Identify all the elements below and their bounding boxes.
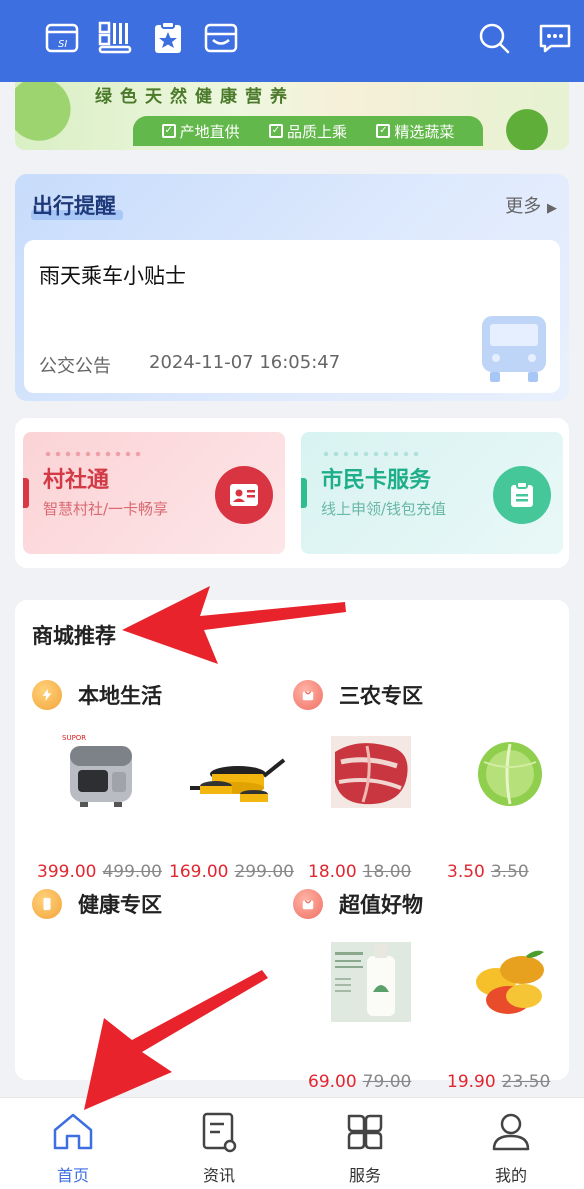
tab-services[interactable]: 服务 [292, 1098, 438, 1189]
star-clipboard-icon[interactable] [150, 20, 186, 56]
message-icon[interactable] [537, 20, 573, 56]
shampoo-bottle-image [327, 942, 415, 1022]
product-price: 18.00 18.00 [308, 862, 412, 882]
caret-right-icon: ▶ [547, 201, 557, 216]
annotation-arrow-icon [84, 970, 268, 1110]
village-service-card[interactable]: 村社通 智慧村社/一卡畅享 [23, 432, 285, 554]
tab-profile[interactable]: 我的 [438, 1098, 584, 1189]
category-label: 本地生活 [78, 684, 162, 708]
mall-title: 商城推荐 [32, 624, 116, 648]
rice-cooker-image: SUPOR [56, 732, 144, 812]
notice-title: 雨天乘车小贴士 [39, 264, 186, 288]
promo-banner[interactable]: 绿色天然健康营养 ✓ 产地直供 ✓ 品质上乘 ✓ 精选蔬菜 [15, 82, 569, 150]
banner-tag: ✓ 产地直供 [161, 121, 240, 142]
top-header-bar: SI [0, 0, 584, 82]
social-security-card-icon[interactable]: SI [44, 20, 80, 56]
citizen-card-service-card[interactable]: 市民卡服务 线上申领/钱包充值 [301, 432, 563, 554]
bus-icon [476, 312, 552, 384]
product-card[interactable]: 3.50 3.50 [447, 732, 573, 882]
svg-text:SI: SI [58, 39, 67, 50]
tab-label: 首页 [56, 1166, 89, 1185]
notice-item[interactable]: 雨天乘车小贴士 公交公告 2024-11-07 16:05:47 [24, 240, 560, 393]
service-name: 市民卡服务 [321, 468, 432, 493]
product-price: 19.90 23.50 [447, 1072, 551, 1092]
service-subtitle: 智慧村社/一卡畅享 [43, 500, 169, 518]
tab-label: 资讯 [202, 1166, 235, 1185]
cabbage-image [466, 732, 554, 812]
accent-bar [301, 478, 307, 508]
phone-icon [32, 889, 62, 919]
clipboard-icon [493, 466, 551, 524]
wallet-icon[interactable] [203, 20, 239, 56]
banner-tags: ✓ 产地直供 ✓ 品质上乘 ✓ 精选蔬菜 [133, 116, 483, 146]
travel-reminder-title: 出行提醒 [32, 194, 116, 218]
check-icon: ✓ [268, 124, 283, 138]
scan-code-icon[interactable] [97, 20, 133, 56]
category-label: 超值好物 [339, 893, 423, 917]
product-price: 3.50 3.50 [447, 862, 529, 882]
banner-decoration [15, 82, 95, 150]
product-card[interactable]: 169.00 299.00 [169, 732, 295, 882]
banner-slogan: 绿色天然健康营养 [95, 87, 295, 107]
category-label: 三农专区 [339, 684, 423, 708]
mango-image [466, 942, 554, 1022]
id-card-icon [215, 466, 273, 524]
product-card[interactable]: 19.90 23.50 [447, 942, 573, 1092]
tab-label: 我的 [494, 1166, 527, 1185]
product-price: 69.00 79.00 [308, 1072, 412, 1092]
tab-label: 服务 [348, 1166, 381, 1185]
vegetable-image [499, 100, 569, 150]
banner-tag: ✓ 品质上乘 [268, 121, 347, 142]
service-name: 村社通 [43, 468, 110, 493]
category-local-life[interactable]: 本地生活 [32, 680, 162, 710]
news-icon [202, 1112, 237, 1153]
more-link[interactable]: 更多 ▶ [505, 192, 557, 218]
category-value-goods[interactable]: 超值好物 [293, 889, 423, 919]
cookware-set-image [188, 732, 286, 812]
product-card[interactable]: SUPOR 399.00 499.00 [37, 732, 163, 882]
banner-tag: ✓ 精选蔬菜 [376, 121, 454, 142]
category-health[interactable]: 健康专区 [32, 889, 162, 919]
svg-text:SUPOR: SUPOR [62, 734, 86, 742]
profile-icon [492, 1113, 530, 1151]
dot-pattern [321, 450, 421, 458]
check-icon: ✓ [161, 124, 176, 138]
services-icon [347, 1114, 383, 1150]
service-subtitle: 线上申领/钱包充值 [321, 500, 447, 518]
bag-icon [293, 680, 323, 710]
product-card[interactable]: 18.00 18.00 [308, 732, 434, 882]
annotation-arrow-icon [122, 586, 346, 664]
product-price: 399.00 499.00 [37, 862, 162, 882]
home-icon [53, 1113, 93, 1150]
search-icon[interactable] [476, 20, 512, 56]
product-card[interactable]: 69.00 79.00 [308, 942, 434, 1092]
pork-meat-image [327, 732, 415, 812]
check-icon: ✓ [376, 124, 391, 138]
category-label: 健康专区 [78, 893, 162, 917]
accent-bar [23, 478, 29, 508]
travel-reminder-card: 出行提醒 更多 ▶ 雨天乘车小贴士 公交公告 2024-11-07 16:05:… [15, 174, 569, 401]
quick-services: 村社通 智慧村社/一卡畅享 市民卡服务 线上申领/钱包充值 [15, 418, 569, 568]
category-agriculture[interactable]: 三农专区 [293, 680, 423, 710]
notice-category: 公交公告 [39, 356, 111, 377]
lightning-icon [32, 680, 62, 710]
dot-pattern [43, 450, 143, 458]
notice-timestamp: 2024-11-07 16:05:47 [149, 352, 341, 373]
bag-icon [293, 889, 323, 919]
product-price: 169.00 299.00 [169, 862, 294, 882]
